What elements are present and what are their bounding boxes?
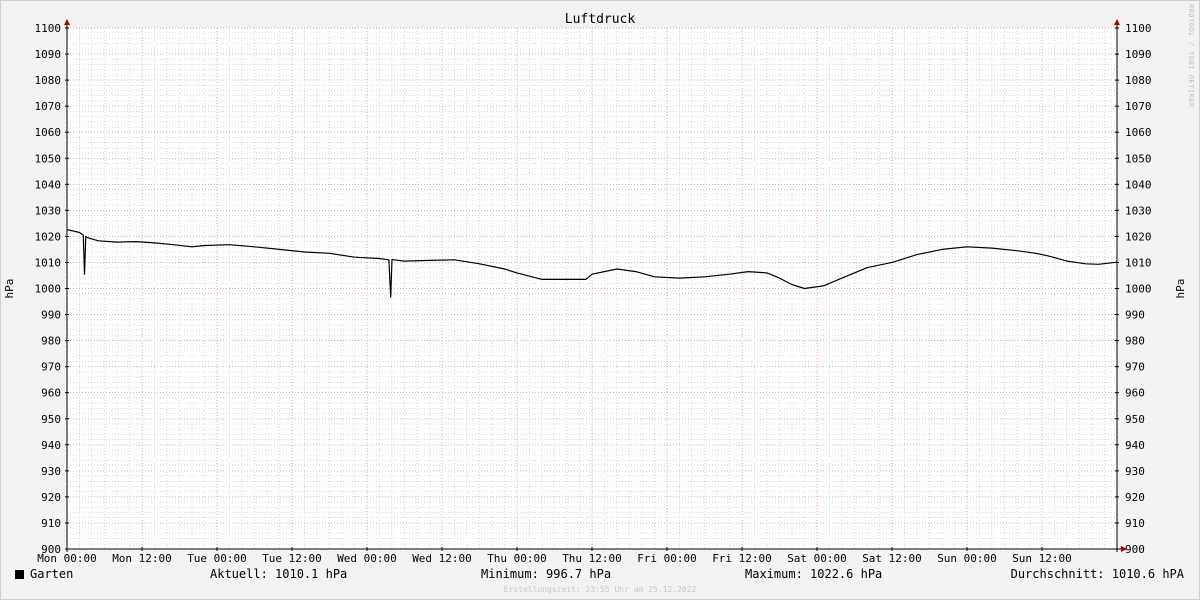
y-tick-label-right: 930	[1125, 465, 1145, 478]
y-tick-label-right: 980	[1125, 335, 1145, 348]
y-tick-label-right: 1080	[1125, 74, 1152, 87]
y-tick-label-right: 1040	[1125, 178, 1152, 191]
y-tick-label-right: 910	[1125, 517, 1145, 530]
y-tick-label-right: 1020	[1125, 230, 1152, 243]
y-tick-label-right: 900	[1125, 543, 1145, 556]
legend-maximum: Maximum: 1022.6 hPa	[745, 567, 883, 581]
y-tick-label-right: 1060	[1125, 126, 1152, 139]
x-tick-label: Thu 00:00	[487, 552, 547, 565]
y-tick-label-left: 1000	[35, 283, 62, 296]
y-tick-label-left: 1080	[35, 74, 62, 87]
x-tick-label: Sat 12:00	[862, 552, 922, 565]
x-tick-label: Sun 12:00	[1012, 552, 1072, 565]
y-tick-label-left: 1050	[35, 152, 62, 165]
y-tick-label-left: 910	[41, 517, 61, 530]
y-tick-label-left: 1090	[35, 48, 62, 61]
y-tick-label-left: 1100	[35, 22, 62, 35]
pressure-chart: 900 900910 910920 920930 930940 940950 950960 9…	[0, 0, 1200, 600]
creation-time: Erstellungszeit: 23:55 Uhr am 25.12.2022	[503, 585, 697, 594]
x-tick-label: Thu 12:00	[562, 552, 622, 565]
y-tick-label-right: 1070	[1125, 100, 1152, 113]
y-tick-label-left: 920	[41, 491, 61, 504]
y-tick-label-left: 1070	[35, 100, 62, 113]
y-axis-label-left: hPa	[3, 279, 16, 299]
legend-average: Durchschnitt: 1010.6 hPA	[1010, 567, 1184, 581]
legend-series-name: Garten	[30, 567, 74, 581]
x-tick-label: Sun 00:00	[937, 552, 997, 565]
y-tick-label-right: 970	[1125, 361, 1145, 374]
x-tick-label: Tue 12:00	[262, 552, 322, 565]
y-tick-label-right: 950	[1125, 413, 1145, 426]
x-tick-label: Fri 12:00	[712, 552, 772, 565]
chart-title: Luftdruck	[565, 12, 636, 27]
rrd-graph: 900 900 910 910 920 920 930 930 940 940 950 950 960 9…	[0, 0, 1200, 600]
y-tick-label-left: 1030	[35, 204, 62, 217]
y-tick-label-right: 920	[1125, 491, 1145, 504]
y-tick-label-right: 1050	[1125, 152, 1152, 165]
y-axis-label-right: hPa	[1174, 279, 1187, 299]
y-tick-label-left: 930	[41, 465, 61, 478]
y-tick-label-left: 1040	[35, 178, 62, 191]
y-tick-label-right: 1090	[1125, 48, 1152, 61]
y-tick-label-left: 950	[41, 413, 61, 426]
x-tick-label: Wed 00:00	[337, 552, 397, 565]
y-tick-label-left: 1010	[35, 256, 62, 269]
legend-swatch	[15, 570, 24, 579]
y-tick-label-left: 970	[41, 361, 61, 374]
y-tick-label-left: 1060	[35, 126, 62, 139]
legend-current: Aktuell: 1010.1 hPa	[210, 567, 348, 581]
x-tick-label: Wed 12:00	[412, 552, 472, 565]
x-tick-label: Sat 00:00	[787, 552, 847, 565]
y-tick-label-left: 940	[41, 439, 61, 452]
y-tick-label-right: 1100	[1125, 22, 1152, 35]
y-tick-label-right: 1030	[1125, 204, 1152, 217]
legend: Garten Aktuell: 1010.1 hPa Minimum: 996.…	[0, 567, 1200, 583]
y-tick-label-right: 960	[1125, 387, 1145, 400]
x-tick-label: Fri 00:00	[637, 552, 697, 565]
y-tick-label-left: 1020	[35, 230, 62, 243]
y-tick-label-left: 980	[41, 335, 61, 348]
x-tick-label: Mon 00:00	[37, 552, 97, 565]
y-tick-label-right: 1010	[1125, 256, 1152, 269]
y-tick-label-right: 990	[1125, 309, 1145, 322]
y-tick-label-right: 1000	[1125, 283, 1152, 296]
watermark: RRDTOOL / TOBI OETIKER	[1187, 4, 1195, 108]
x-tick-label: Mon 12:00	[112, 552, 172, 565]
legend-minimum: Minimum: 996.7 hPa	[481, 567, 612, 581]
y-tick-label-left: 990	[41, 309, 61, 322]
y-tick-label-right: 940	[1125, 439, 1145, 452]
y-tick-label-left: 960	[41, 387, 61, 400]
x-tick-label: Tue 00:00	[187, 552, 247, 565]
